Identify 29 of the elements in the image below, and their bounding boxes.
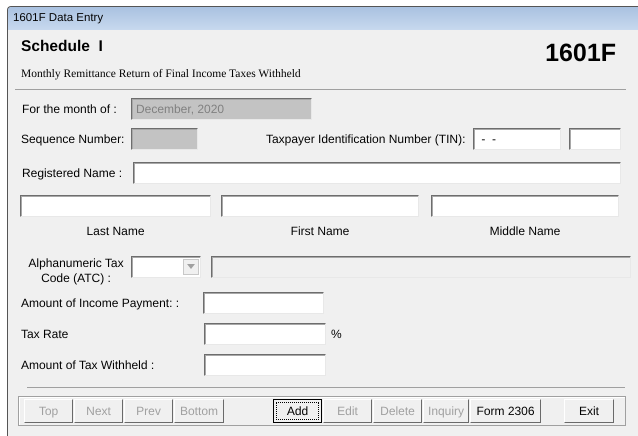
form-subtitle: Monthly Remittance Return of Final Income Taxes Withheld xyxy=(21,67,301,82)
field-label: Sequence Number: xyxy=(21,130,126,148)
field-label: Amount of Income Payment: : xyxy=(21,294,180,312)
field-label: Taxpayer Identification Number (TIN): xyxy=(266,130,466,148)
form-number: 1601F xyxy=(545,41,616,66)
name-field[interactable] xyxy=(20,194,211,216)
field-label: Middle Name xyxy=(490,222,560,240)
name-field[interactable] xyxy=(221,194,419,216)
registered-name-field[interactable] xyxy=(133,162,621,184)
amount-field[interactable] xyxy=(204,322,326,344)
toolbar-button[interactable]: Exit xyxy=(564,398,614,422)
tin-field[interactable]: - - xyxy=(473,128,561,150)
field-label: For the month of : xyxy=(22,100,118,118)
amount-field[interactable] xyxy=(203,292,324,314)
window-title: 1601F Data Entry xyxy=(13,11,104,26)
field-label: Amount of Tax Withheld : xyxy=(21,356,156,374)
tin-branch-field[interactable] xyxy=(569,128,621,150)
schedule-title: Schedule I xyxy=(21,37,104,57)
atc-dropdown[interactable] xyxy=(131,256,201,278)
field-label: Alphanumeric Tax Code (ATC) : xyxy=(27,256,125,286)
unit-label: % xyxy=(331,326,342,342)
field-label: Registered Name : xyxy=(22,164,124,182)
field-label: First Name xyxy=(290,222,350,240)
amount-field[interactable] xyxy=(204,354,326,376)
toolbar-button[interactable]: Add xyxy=(273,398,322,422)
field-label: Tax Rate xyxy=(21,326,70,342)
name-field[interactable] xyxy=(431,194,619,216)
toolbar-button[interactable]: Form 2306 xyxy=(470,398,541,422)
field-label: Last Name xyxy=(86,222,145,240)
